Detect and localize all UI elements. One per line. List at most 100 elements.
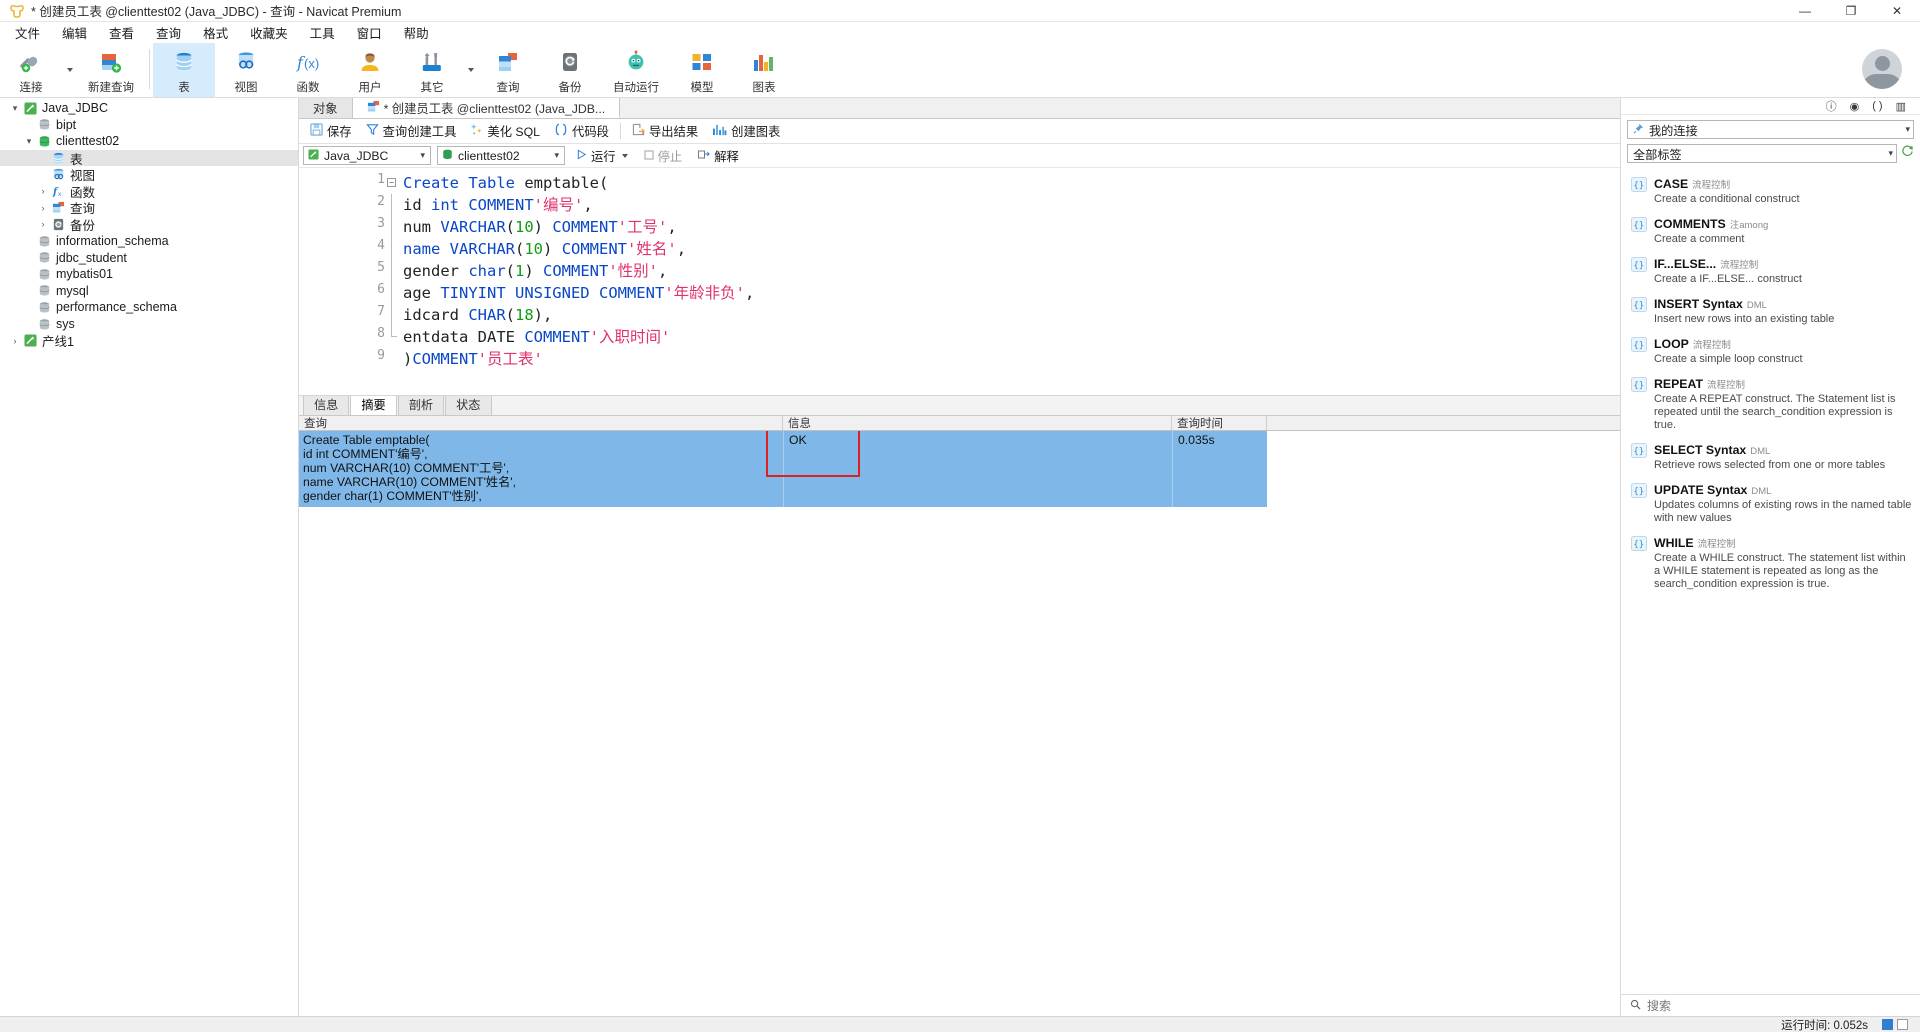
code-token: COMMENT: [552, 218, 618, 236]
menu-item-7[interactable]: 窗口: [346, 21, 393, 44]
toolbar-button-new-query[interactable]: 新建查询: [76, 43, 146, 97]
connection-filter-select[interactable]: 我的连接 ▾: [1627, 120, 1914, 139]
chevron-down-icon[interactable]: [621, 153, 628, 158]
snippet-list[interactable]: {} CASE 流程控制 Create a conditional construct…: [1621, 170, 1920, 994]
query-toolbar-export[interactable]: 导出结果: [625, 120, 705, 142]
line-number: 1: [377, 172, 385, 187]
tree-node-mybatis01[interactable]: ›mybatis01: [0, 266, 298, 283]
snippet-search[interactable]: 搜索: [1621, 994, 1920, 1016]
toolbar-button-other[interactable]: 其它: [401, 43, 463, 97]
chevron-down-icon[interactable]: ▾: [22, 136, 36, 147]
refresh-icon[interactable]: [1901, 144, 1914, 160]
toolbar-button-backup[interactable]: 备份: [539, 43, 601, 97]
snippet-item[interactable]: {} CASE 流程控制 Create a conditional construct: [1621, 172, 1920, 212]
toolbar-button-table[interactable]: 表: [153, 43, 215, 97]
close-button[interactable]: ✕: [1874, 0, 1920, 22]
avatar[interactable]: [1862, 49, 1902, 89]
tree-node-performance_schema[interactable]: ›performance_schema: [0, 299, 298, 316]
snippet-item[interactable]: {} WHILE 流程控制 Create a WHILE construct. The…: [1621, 531, 1920, 597]
menu-item-0[interactable]: 文件: [4, 21, 51, 44]
code-icon[interactable]: ( ): [1872, 100, 1882, 112]
sql-editor[interactable]: 1− Create Table emptable(2 id int COMMENT'…: [299, 168, 1620, 396]
tab-1[interactable]: * 创建员工表 @clienttest02 (Java_JDB...: [352, 98, 621, 118]
snippet-item[interactable]: {} LOOP 流程控制 Create a simple loop construct: [1621, 332, 1920, 372]
toolbar-button-automation[interactable]: 自动运行: [601, 43, 671, 97]
tag-filter-select[interactable]: 全部标签 ▾: [1627, 144, 1897, 163]
query-toolbar-query-builder[interactable]: 查询创建工具: [359, 120, 464, 142]
result-tab-0[interactable]: 信息: [303, 393, 350, 415]
snippet-item[interactable]: {} INSERT Syntax DML Insert new rows into a…: [1621, 292, 1920, 332]
grid-icon[interactable]: ▥: [1896, 100, 1906, 113]
chevron-right-icon[interactable]: ›: [36, 219, 50, 229]
toolbar-button-query[interactable]: 查询: [477, 43, 539, 97]
maximize-button[interactable]: ❐: [1828, 0, 1874, 22]
query-toolbar: 保存 查询创建工具 美化 SQL 代码段 导出结果 创建图表: [299, 119, 1620, 144]
chevron-right-icon[interactable]: ›: [36, 186, 50, 196]
snippet-item[interactable]: {} REPEAT 流程控制 Create A REPEAT construct. T…: [1621, 372, 1920, 438]
tab-0[interactable]: 对象: [299, 98, 353, 118]
tree-node-bipt[interactable]: ›bipt: [0, 117, 298, 134]
chevron-right-icon[interactable]: ›: [36, 203, 50, 213]
fold-toggle-icon[interactable]: −: [387, 178, 396, 187]
toolbar-button-view[interactable]: 视图: [215, 43, 277, 97]
chevron-down-icon[interactable]: ▾: [8, 103, 22, 114]
menu-item-1[interactable]: 编辑: [51, 21, 98, 44]
result-tab-2[interactable]: 剖析: [397, 393, 445, 415]
result-tab-3[interactable]: 状态: [445, 393, 492, 415]
explain-button[interactable]: 解释: [693, 146, 744, 166]
menu-item-3[interactable]: 查询: [145, 21, 192, 44]
menu-item-8[interactable]: 帮助: [393, 21, 440, 44]
column-header-2[interactable]: 查询时间: [1172, 416, 1267, 430]
query-toolbar-label: 创建图表: [731, 125, 781, 139]
toolbar-button-model[interactable]: 模型: [671, 43, 733, 97]
tree-node-clienttest02[interactable]: ▾ clienttest02: [0, 133, 298, 150]
menu-item-2[interactable]: 查看: [98, 21, 145, 44]
menu-item-4[interactable]: 格式: [192, 21, 239, 44]
query-toolbar-snippet[interactable]: 代码段: [547, 120, 616, 142]
tree-node-[interactable]: ›视图: [0, 166, 298, 183]
tree-node-jdbc_student[interactable]: ›jdbc_student: [0, 249, 298, 266]
toolbar-button-chart[interactable]: 图表: [733, 43, 795, 97]
query-toolbar-create-chart[interactable]: 创建图表: [705, 120, 787, 142]
toolbar-button-function[interactable]: f (x) 函数: [277, 43, 339, 97]
menu-item-5[interactable]: 收藏夹: [239, 21, 299, 44]
tree-node-1[interactable]: › 产线1: [0, 332, 298, 349]
code-token: COMMENT: [524, 328, 590, 346]
chevron-right-icon[interactable]: ›: [8, 336, 22, 346]
snippet-item[interactable]: {} IF...ELSE... 流程控制 Create a IF...ELSE... …: [1621, 252, 1920, 292]
tree-node-[interactable]: › f x 函数: [0, 183, 298, 200]
column-divider: [1172, 431, 1173, 507]
stop-button[interactable]: 停止: [639, 146, 688, 166]
tree-node-[interactable]: › 查询: [0, 200, 298, 216]
query-toolbar-beautify[interactable]: 美化 SQL: [463, 120, 547, 142]
tree-node-[interactable]: › 备份: [0, 216, 298, 233]
toolbar-dropdown-other[interactable]: [463, 43, 477, 97]
snippet-item[interactable]: {} COMMENTS 注among Create a comment: [1621, 212, 1920, 252]
result-tab-1[interactable]: 摘要: [350, 393, 397, 415]
tree-node-[interactable]: ›表: [0, 149, 298, 167]
form-view-toggle[interactable]: [1897, 1019, 1908, 1030]
query-toolbar-save[interactable]: 保存: [303, 120, 359, 142]
info-icon[interactable]: ⓘ: [1826, 98, 1837, 114]
query-icon: [367, 100, 380, 116]
toolbar-dropdown-connection[interactable]: [62, 43, 76, 97]
eye-icon[interactable]: ◉: [1850, 100, 1860, 113]
tag-filter-value: 全部标签: [1633, 147, 1682, 162]
code-token: (: [505, 218, 515, 236]
column-header-0[interactable]: 查询: [299, 416, 783, 430]
menu-item-6[interactable]: 工具: [299, 21, 346, 44]
minimize-button[interactable]: —: [1782, 0, 1828, 22]
tree-node-Java_JDBC[interactable]: ▾ Java_JDBC: [0, 100, 298, 117]
connection-select[interactable]: Java_JDBC ▾: [303, 146, 431, 165]
grid-view-toggle[interactable]: [1882, 1019, 1893, 1030]
tree-node-information_schema[interactable]: ›information_schema: [0, 233, 298, 250]
snippet-item[interactable]: {} SELECT Syntax DML Retrieve rows selected…: [1621, 438, 1920, 478]
run-button[interactable]: 运行: [571, 146, 633, 166]
database-select[interactable]: clienttest02 ▾: [437, 146, 565, 165]
tree-node-mysql[interactable]: ›mysql: [0, 283, 298, 300]
snippet-item[interactable]: {} UPDATE Syntax DML Updates columns of exi…: [1621, 478, 1920, 531]
column-header-1[interactable]: 信息: [783, 416, 1172, 430]
tree-node-sys[interactable]: ›sys: [0, 316, 298, 333]
toolbar-button-user[interactable]: 用户: [339, 43, 401, 97]
toolbar-button-connection[interactable]: 连接: [0, 43, 62, 97]
